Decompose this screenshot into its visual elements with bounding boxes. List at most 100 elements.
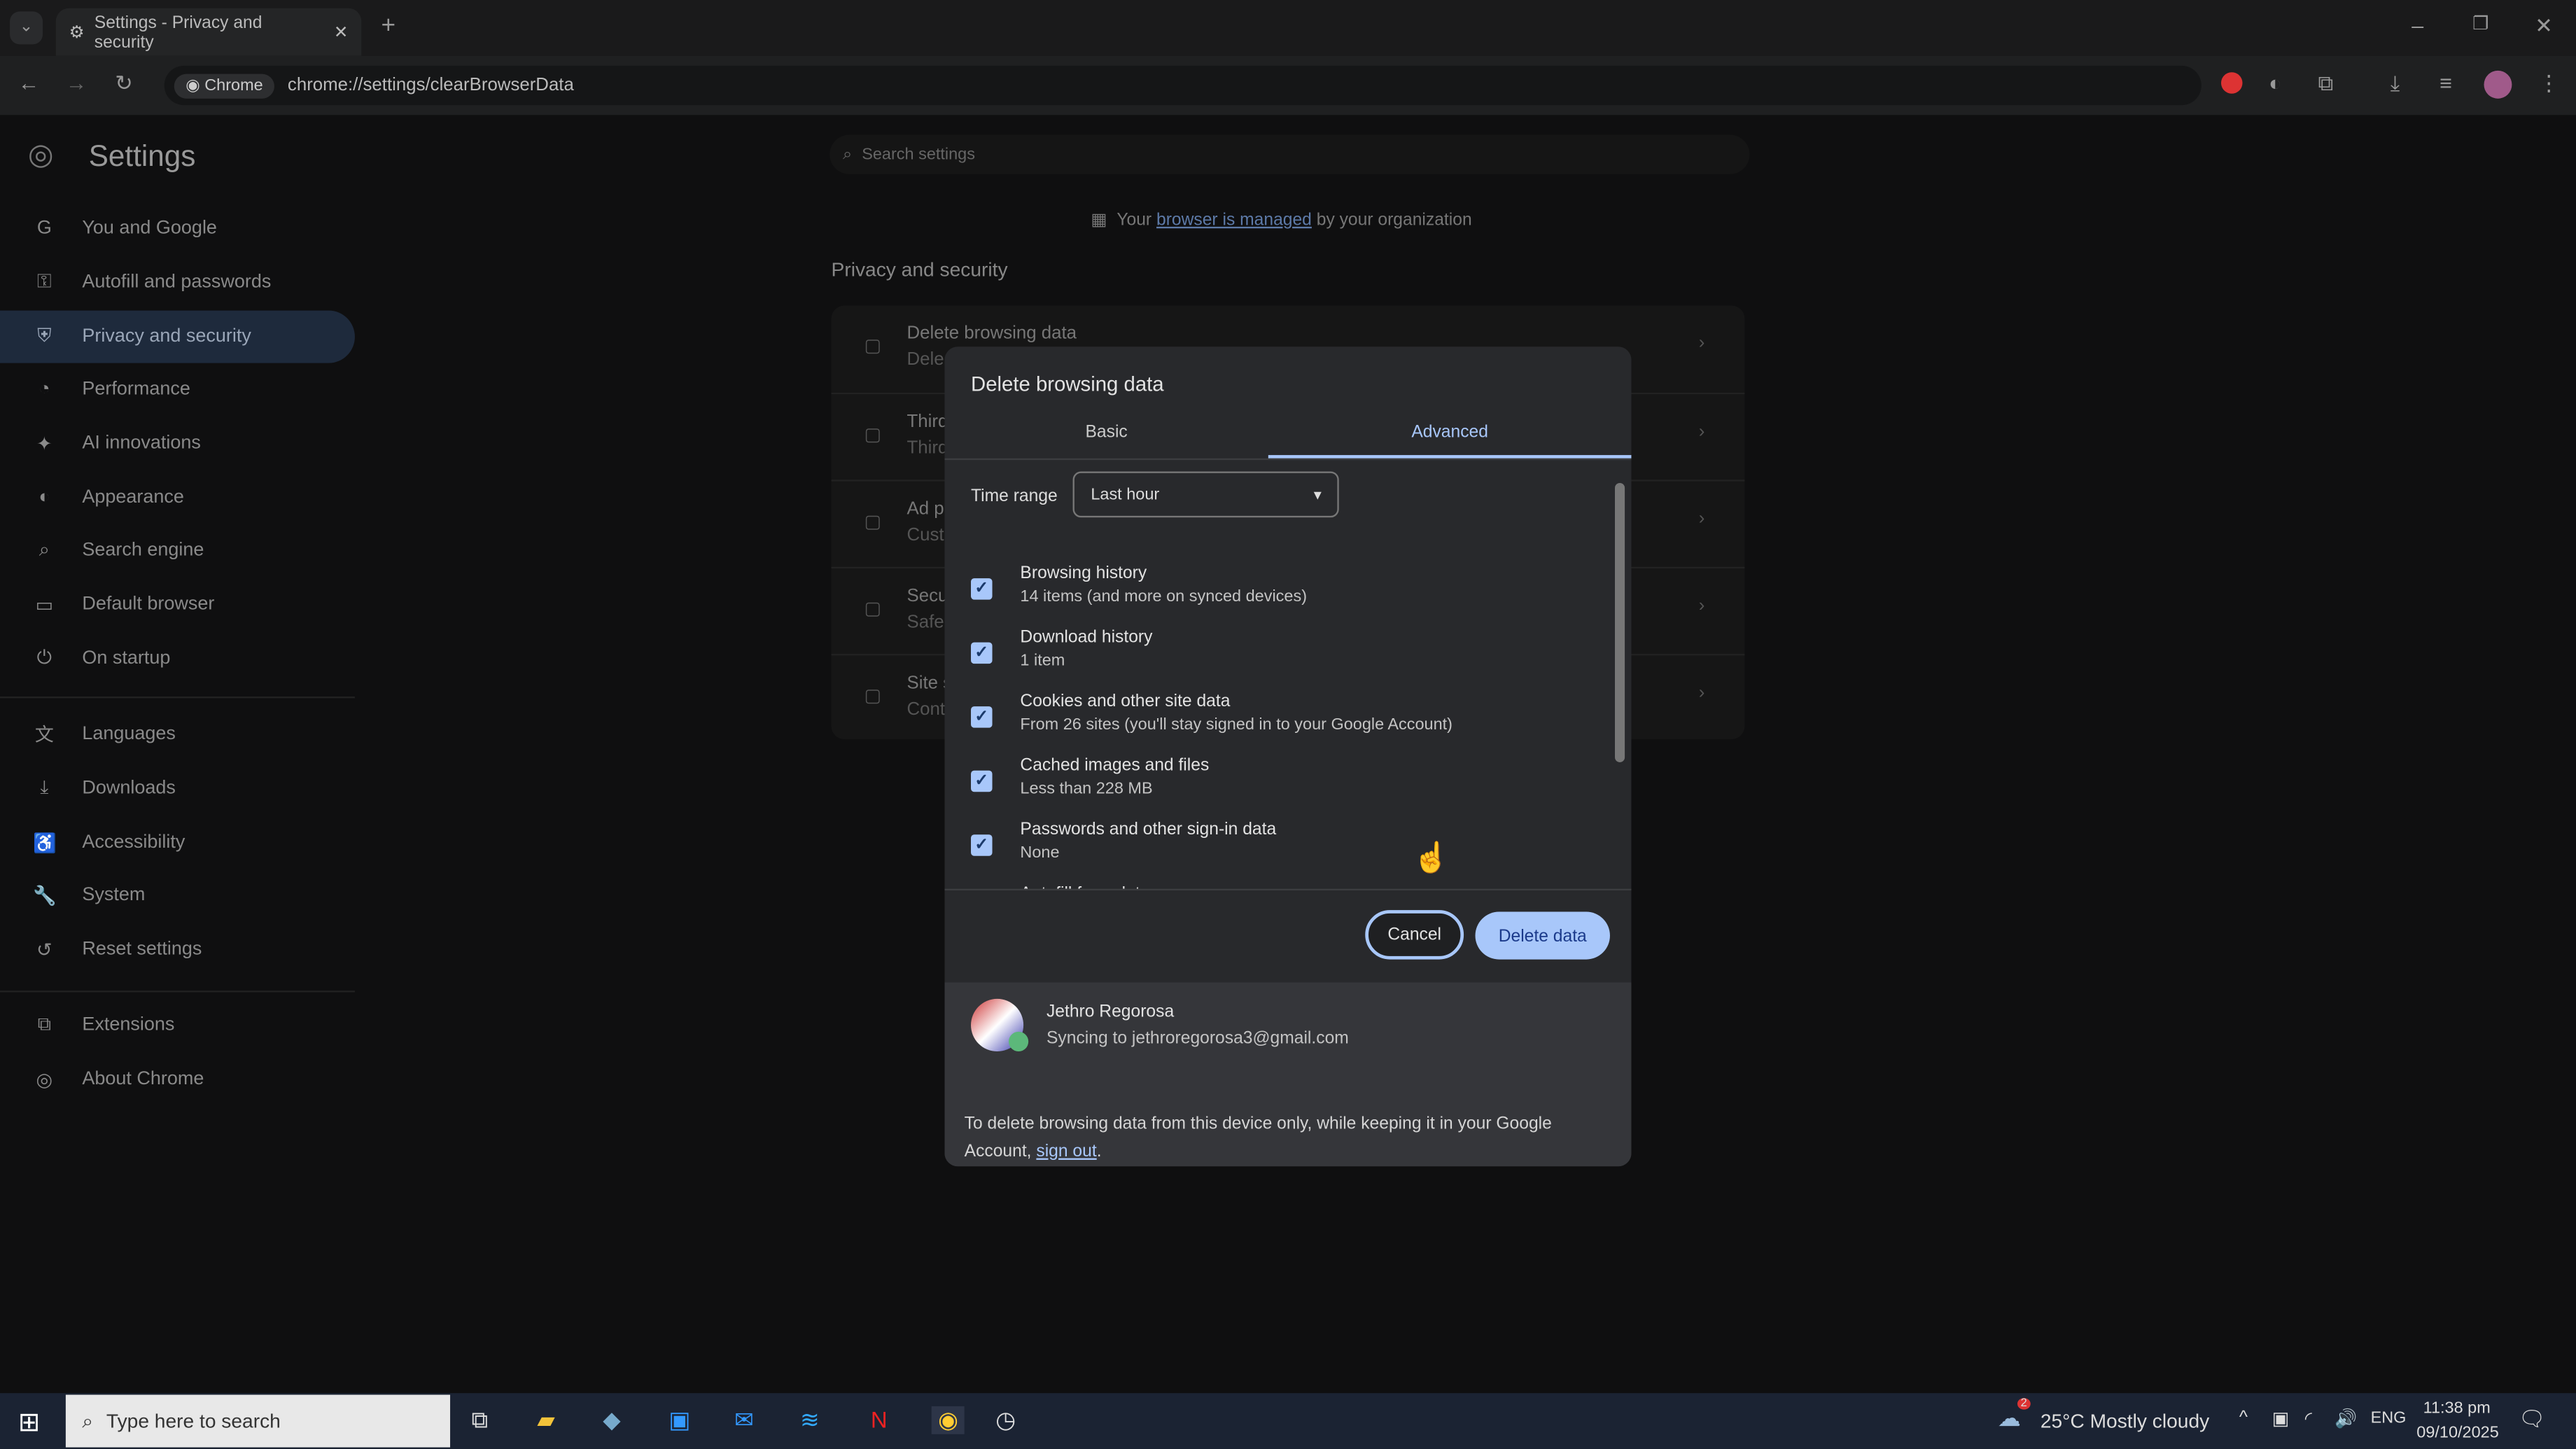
- language-indicator[interactable]: ENG: [2371, 1410, 2407, 1428]
- back-icon[interactable]: ←: [18, 71, 40, 95]
- site-chip[interactable]: ◉ Chrome: [174, 73, 275, 98]
- chevron-right-icon: ›: [1698, 683, 1705, 704]
- sidebar-item[interactable]: ◔ Performance: [0, 363, 355, 416]
- sidebar-item-label: Reset settings: [82, 939, 202, 960]
- puzzle-icon[interactable]: ⧉: [2318, 71, 2333, 97]
- section-title: Privacy and security: [831, 258, 1008, 281]
- footer-text: To delete browsing data from this device…: [964, 1114, 1552, 1161]
- sidebar-item-label: Default browser: [82, 594, 215, 615]
- row-icon: ▢: [864, 687, 881, 707]
- clock-app-icon[interactable]: ◷: [995, 1406, 1016, 1434]
- weather-badge: 2: [2017, 1398, 2031, 1410]
- sidebar-item-label: About Chrome: [82, 1069, 204, 1089]
- sidebar-item[interactable]: ⌕ Search engine: [0, 524, 355, 577]
- tab-settings[interactable]: ⚙ Settings - Privacy and security ✕: [55, 8, 362, 56]
- new-tab-button[interactable]: +: [381, 11, 396, 39]
- sidebar-item[interactable]: ⤓ Downloads: [0, 762, 355, 815]
- extension-icon[interactable]: [2221, 72, 2243, 94]
- tab-advanced[interactable]: Advanced: [1268, 412, 1632, 458]
- chrome-taskbar-icon[interactable]: ◉: [931, 1406, 965, 1434]
- notification-icon[interactable]: 🗨: [2519, 1406, 2546, 1433]
- sidebar-icon: ♿: [32, 834, 57, 855]
- sidebar-item-label: System: [82, 885, 146, 906]
- profile-avatar[interactable]: [2484, 70, 2512, 99]
- chevron-right-icon: ›: [1698, 422, 1705, 442]
- close-tab-icon[interactable]: ✕: [334, 22, 349, 42]
- sidebar-icon: ⧉: [37, 1014, 52, 1035]
- forward-icon[interactable]: →: [66, 71, 88, 95]
- sidebar-item[interactable]: 文 Languages: [0, 708, 355, 761]
- meet-icon[interactable]: ▣: [2272, 1408, 2289, 1429]
- sidebar-item[interactable]: ▭ Default browser: [0, 578, 355, 631]
- clock-time[interactable]: 11:38 pm: [2423, 1400, 2491, 1418]
- sidebar-item[interactable]: ⛨ Privacy and security: [0, 310, 355, 363]
- checkbox[interactable]: ✓: [971, 578, 993, 600]
- sidebar-item[interactable]: ◐ Appearance: [0, 472, 355, 524]
- reload-icon[interactable]: ↻: [115, 71, 133, 97]
- restore-button[interactable]: ❐: [2472, 13, 2488, 34]
- scrollbar[interactable]: [1615, 470, 1625, 883]
- menu-icon[interactable]: ⋮: [2538, 71, 2560, 97]
- checkbox[interactable]: ✓: [971, 642, 993, 664]
- tab-basic[interactable]: Basic: [944, 412, 1268, 458]
- sidebar-item[interactable]: ↺ Reset settings: [0, 923, 355, 976]
- checkbox[interactable]: ✓: [971, 706, 993, 728]
- task-view-icon[interactable]: ⧉: [472, 1406, 488, 1434]
- copilot-icon[interactable]: ◆: [603, 1406, 620, 1434]
- sidebar-item[interactable]: ✦ AI innovations: [0, 417, 355, 470]
- store-icon[interactable]: ▣: [668, 1406, 690, 1434]
- close-window-button[interactable]: ✕: [2535, 13, 2553, 40]
- chevron-up-icon[interactable]: ^: [2239, 1408, 2248, 1427]
- mail-icon[interactable]: ✉: [734, 1406, 754, 1434]
- windows-start-icon[interactable]: ⊞: [18, 1406, 40, 1439]
- wifi-icon[interactable]: ◜: [2305, 1408, 2312, 1429]
- sidebar-item[interactable]: ♿ Accessibility: [0, 816, 355, 869]
- sidebar-item[interactable]: G You and Google: [0, 202, 355, 255]
- chevron-right-icon: ›: [1698, 596, 1705, 617]
- data-type-item: ✓ Browsing history 14 items (and more on s…: [971, 564, 1307, 606]
- delete-data-button[interactable]: Delete data: [1475, 911, 1610, 960]
- sidebar-icon: 🔧: [32, 887, 57, 907]
- weather-icon: ☁: [1997, 1404, 2021, 1432]
- checkbox[interactable]: ✓: [971, 770, 993, 792]
- row-icon: ▢: [864, 425, 881, 446]
- sign-out-link[interactable]: sign out: [1036, 1141, 1096, 1161]
- sidebar-icon: ⛨: [37, 326, 52, 346]
- account-footer: Jethro Regorosa Syncing to jethroregoros…: [944, 982, 1632, 1167]
- chrome-logo-icon: ◎: [27, 138, 54, 172]
- volume-icon[interactable]: 🔊: [2334, 1408, 2357, 1429]
- sidebar-item[interactable]: 🔧 System: [0, 869, 355, 922]
- chevron-right-icon: ›: [1698, 509, 1705, 529]
- address-bar[interactable]: ◉ Chrome chrome://settings/clearBrowserD…: [164, 65, 2202, 106]
- extension-2-icon[interactable]: ◐: [2269, 71, 2281, 95]
- sidebar-item-label: Extensions: [82, 1015, 175, 1035]
- checkbox[interactable]: ✓: [971, 834, 993, 856]
- sidebar-icon: G: [36, 218, 52, 239]
- clock-date[interactable]: 09/10/2025: [2416, 1424, 2498, 1443]
- taskbar-search-input[interactable]: ⌕ Type here to search: [65, 1394, 451, 1448]
- sidebar-item[interactable]: ⧉ Extensions: [0, 999, 355, 1051]
- netflix-icon[interactable]: N: [871, 1406, 888, 1433]
- search-settings-input[interactable]: ⌕ Search settings: [830, 134, 1750, 174]
- vpn-icon[interactable]: ≋: [800, 1406, 820, 1434]
- sidebar-item-label: Appearance: [82, 488, 184, 508]
- weather-text[interactable]: 25°C Mostly cloudy: [2040, 1410, 2209, 1433]
- media-icon[interactable]: ≡: [2440, 71, 2452, 95]
- sidebar-icon: ⏻: [36, 648, 52, 668]
- search-icon: ⌕: [82, 1408, 94, 1432]
- sidebar-icon: ▭: [35, 596, 54, 617]
- divider: [944, 888, 1632, 891]
- managed-link[interactable]: browser is managed: [1156, 210, 1312, 230]
- mouse-cursor-icon: ☝: [1413, 841, 1450, 874]
- sidebar-item[interactable]: ⏻ On startup: [0, 633, 355, 685]
- file-explorer-icon[interactable]: ▰: [537, 1406, 554, 1434]
- sidebar-icon: ⤓: [40, 778, 49, 798]
- download-icon[interactable]: ⤓: [2390, 71, 2400, 97]
- sidebar-icon: ◐: [38, 488, 50, 508]
- tab-search-button[interactable]: ⌄: [10, 11, 43, 45]
- sidebar-item[interactable]: ⚿ Autofill and passwords: [0, 256, 355, 309]
- sidebar-item[interactable]: ◎ About Chrome: [0, 1053, 355, 1105]
- cancel-button[interactable]: Cancel: [1365, 910, 1464, 960]
- minimize-button[interactable]: –: [2412, 13, 2423, 38]
- sidebar-item-label: Languages: [82, 724, 176, 745]
